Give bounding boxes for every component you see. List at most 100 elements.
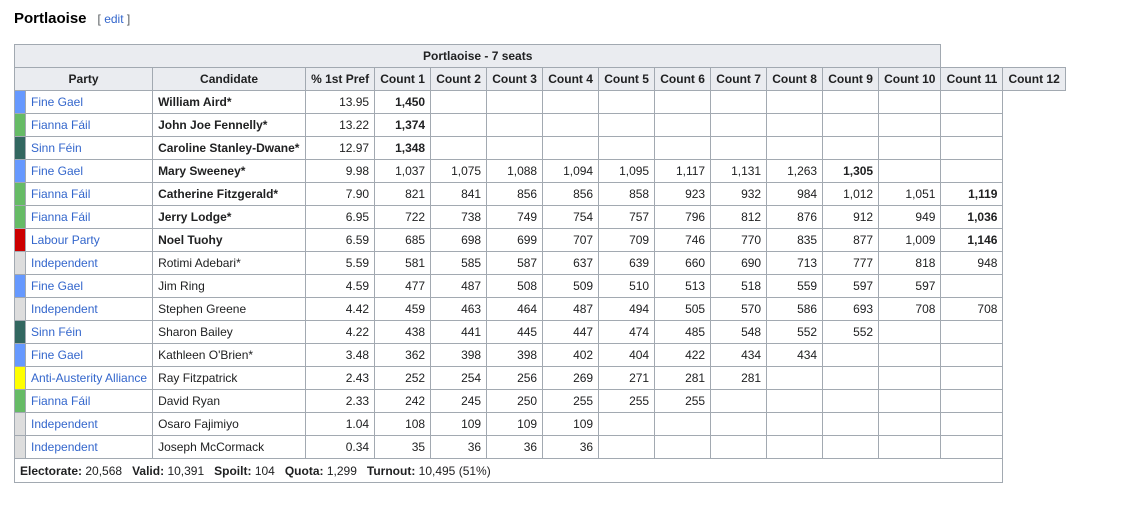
count-1-value: 581 bbox=[374, 251, 432, 275]
party-link[interactable]: Fine Gael bbox=[31, 95, 83, 109]
party-link[interactable]: Fianna Fáil bbox=[31, 187, 90, 201]
party-color-swatch bbox=[14, 113, 26, 137]
first-pref-percent: 4.42 bbox=[305, 297, 376, 321]
count-1-value: 821 bbox=[374, 182, 432, 206]
count-1-value: 242 bbox=[374, 389, 432, 413]
first-pref-percent: 3.48 bbox=[305, 343, 376, 367]
count-4-value bbox=[542, 90, 600, 114]
party-cell: Independent bbox=[24, 412, 154, 436]
count-11-value bbox=[940, 320, 1004, 344]
count-1-value: 362 bbox=[374, 343, 432, 367]
count-9-value bbox=[822, 113, 880, 137]
candidate-name: David Ryan bbox=[152, 389, 307, 413]
party-color-swatch bbox=[14, 389, 26, 413]
first-pref-percent: 5.59 bbox=[305, 251, 376, 275]
count-2-value: 463 bbox=[430, 297, 488, 321]
count-12-blank bbox=[1003, 229, 1065, 252]
table-row: Sinn Féin Sharon Bailey 4.22 438 441 445 447 47… bbox=[14, 320, 1066, 344]
party-link[interactable]: Fine Gael bbox=[31, 164, 83, 178]
party-link[interactable]: Fianna Fáil bbox=[31, 210, 90, 224]
count-10-value bbox=[878, 159, 942, 183]
count-7-value: 812 bbox=[710, 205, 768, 229]
count-2-value: 738 bbox=[430, 205, 488, 229]
party-link[interactable]: Sinn Féin bbox=[31, 325, 82, 339]
party-link[interactable]: Fianna Fáil bbox=[31, 118, 90, 132]
party-link[interactable]: Independent bbox=[31, 302, 98, 316]
party-link[interactable]: Fianna Fáil bbox=[31, 394, 90, 408]
count-7-value: 570 bbox=[710, 297, 768, 321]
count-10-value: 1,051 bbox=[878, 182, 942, 206]
count-7-value: 548 bbox=[710, 320, 768, 344]
count-7-value bbox=[710, 412, 768, 436]
count-1-value: 1,037 bbox=[374, 159, 432, 183]
page: Portlaoise [ edit ] Portlaoise - 7 seats… bbox=[0, 0, 1125, 509]
header-count-10: Count 10 bbox=[878, 67, 942, 91]
count-9-value: 693 bbox=[822, 297, 880, 321]
count-5-value bbox=[598, 136, 656, 160]
party-link[interactable]: Anti-Austerity Alliance bbox=[31, 371, 147, 385]
count-4-value bbox=[542, 136, 600, 160]
count-5-value: 271 bbox=[598, 366, 656, 390]
party-color-swatch bbox=[14, 182, 26, 206]
count-6-value bbox=[654, 435, 712, 459]
count-12-blank bbox=[1003, 436, 1065, 459]
count-2-value: 109 bbox=[430, 412, 488, 436]
count-7-value: 932 bbox=[710, 182, 768, 206]
count-4-value: 36 bbox=[542, 435, 600, 459]
count-4-value: 856 bbox=[542, 182, 600, 206]
party-link[interactable]: Independent bbox=[31, 417, 98, 431]
count-1-value: 1,348 bbox=[374, 136, 432, 160]
count-3-value: 856 bbox=[486, 182, 544, 206]
count-9-value bbox=[822, 136, 880, 160]
count-4-value: 269 bbox=[542, 366, 600, 390]
party-link[interactable]: Independent bbox=[31, 256, 98, 270]
count-5-value: 510 bbox=[598, 274, 656, 298]
summary-label: Quota: bbox=[284, 463, 324, 478]
count-9-value: 912 bbox=[822, 205, 880, 229]
count-6-value bbox=[654, 412, 712, 436]
count-11-value bbox=[940, 389, 1004, 413]
count-3-value bbox=[486, 113, 544, 137]
table-row: Fine Gael Jim Ring 4.59 477 487 508 509 510 513 5… bbox=[14, 274, 1066, 298]
count-9-value bbox=[822, 389, 880, 413]
count-10-value bbox=[878, 113, 942, 137]
candidate-name: Ray Fitzpatrick bbox=[152, 366, 307, 390]
count-12-blank bbox=[1003, 298, 1065, 321]
table-row: Fine Gael Kathleen O'Brien* 3.48 362 398 398 4… bbox=[14, 343, 1066, 367]
candidate-name: Rotimi Adebari* bbox=[152, 251, 307, 275]
summary-cell: Electorate: 20,568 Valid: 10,391 Spoilt: 1… bbox=[13, 458, 1004, 483]
count-8-value bbox=[766, 136, 824, 160]
party-link[interactable]: Sinn Féin bbox=[31, 141, 82, 155]
count-6-value: 255 bbox=[654, 389, 712, 413]
count-12-blank bbox=[1003, 275, 1065, 298]
edit-link[interactable]: edit bbox=[104, 12, 123, 26]
party-cell: Sinn Féin bbox=[24, 136, 154, 160]
table-row: Independent Osaro Fajimiyo 1.04 108 109 109 10… bbox=[14, 412, 1066, 436]
party-link[interactable]: Fine Gael bbox=[31, 279, 83, 293]
party-link[interactable]: Independent bbox=[31, 440, 98, 454]
first-pref-percent: 6.95 bbox=[305, 205, 376, 229]
count-1-value: 1,374 bbox=[374, 113, 432, 137]
count-8-value: 876 bbox=[766, 205, 824, 229]
count-12-blank bbox=[1003, 91, 1065, 114]
count-3-value: 36 bbox=[486, 435, 544, 459]
count-1-value: 459 bbox=[374, 297, 432, 321]
header-count-5: Count 5 bbox=[598, 67, 656, 91]
table-row: Fine Gael Mary Sweeney* 9.98 1,037 1,075 1,08… bbox=[14, 159, 1066, 183]
summary-item: Spoilt: 104 bbox=[214, 464, 275, 478]
party-link[interactable]: Labour Party bbox=[31, 233, 100, 247]
count-9-value: 1,012 bbox=[822, 182, 880, 206]
count-12-blank bbox=[1003, 206, 1065, 229]
count-2-value bbox=[430, 90, 488, 114]
count-7-value bbox=[710, 136, 768, 160]
count-9-value: 597 bbox=[822, 274, 880, 298]
header-count-8: Count 8 bbox=[766, 67, 824, 91]
party-link[interactable]: Fine Gael bbox=[31, 348, 83, 362]
party-color-swatch bbox=[14, 228, 26, 252]
count-6-value: 923 bbox=[654, 182, 712, 206]
header-count-7: Count 7 bbox=[710, 67, 768, 91]
count-11-value bbox=[940, 159, 1004, 183]
count-6-value bbox=[654, 113, 712, 137]
count-2-value: 441 bbox=[430, 320, 488, 344]
summary-value: 20,568 bbox=[85, 463, 123, 478]
